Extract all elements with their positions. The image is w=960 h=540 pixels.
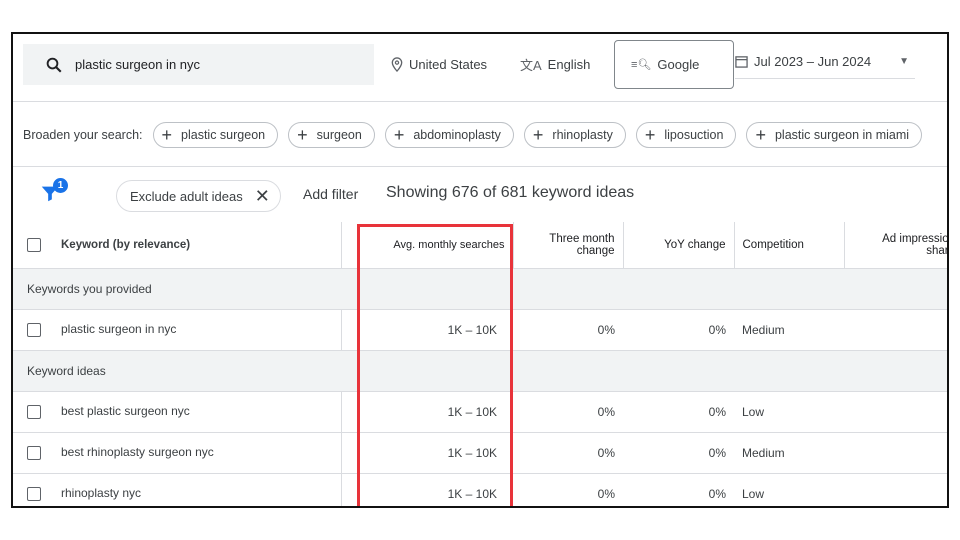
language-selector[interactable]: 文A English (520, 44, 590, 85)
chip-label: plastic surgeon (181, 128, 266, 142)
chip-label: surgeon (316, 128, 362, 142)
search-network-icon: ≡🔍︎ (631, 59, 652, 71)
search-icon (46, 57, 62, 72)
keyword-cell: best plastic surgeon nyc (13, 391, 342, 433)
ad-share-cell: – (844, 432, 947, 474)
location-pin-icon (391, 57, 403, 72)
plus-icon: + (161, 125, 173, 145)
yoy-cell: 0% (623, 473, 734, 506)
date-range-selector[interactable]: Jul 2023 – Jun 2024 ▼ (735, 44, 915, 79)
search-input[interactable]: plastic surgeon in nyc (23, 44, 374, 85)
exclude-adult-ideas-chip[interactable]: Exclude adult ideas ✕ (116, 180, 281, 212)
plus-icon: + (755, 125, 766, 145)
three-month-cell: 0% (513, 309, 623, 351)
plus-icon: + (644, 125, 656, 145)
yoy-cell: 0% (623, 391, 734, 433)
keyword-planner-panel: plastic surgeon in nyc United States 文A … (11, 32, 949, 508)
calendar-icon (735, 55, 748, 68)
keyword-text: plastic surgeon in nyc (61, 322, 177, 337)
plus-icon: + (393, 125, 405, 145)
ad-share-cell: – (844, 309, 947, 351)
network-label: Google (657, 57, 700, 72)
header-label: Keyword (by relevance) (61, 238, 191, 251)
competition-cell: Low (734, 391, 844, 433)
highlight-box (357, 224, 513, 506)
dropdown-arrow-icon: ▼ (899, 55, 909, 67)
results-count: Showing 676 of 681 keyword ideas (386, 184, 635, 201)
location-selector[interactable]: United States (391, 44, 487, 85)
language-label: English (547, 57, 591, 72)
competition-header[interactable]: Competition (734, 222, 845, 269)
keyword-text: best rhinoplasty surgeon nyc (61, 445, 214, 460)
three-month-cell: 0% (513, 432, 623, 474)
broaden-search-bar: Broaden your search: + plastic surgeon + s… (23, 120, 923, 150)
location-label: United States (409, 57, 488, 72)
ad-share-cell: – (844, 473, 947, 506)
divider (13, 166, 947, 167)
row-checkbox[interactable] (27, 445, 41, 460)
keyword-cell: best rhinoplasty surgeon nyc (13, 432, 342, 474)
keyword-text: rhinoplasty nyc (61, 486, 142, 501)
divider (13, 101, 947, 102)
plus-icon: + (297, 125, 308, 145)
chip-label: abdominoplasty (413, 128, 501, 142)
broaden-chip[interactable]: + liposuction (635, 122, 737, 148)
broaden-chip[interactable]: + plastic surgeon in miami (746, 122, 923, 148)
keyword-header[interactable]: Keyword (by relevance) (13, 222, 342, 269)
row-checkbox[interactable] (27, 322, 41, 337)
three-month-change-header[interactable]: Three month change (513, 222, 624, 269)
select-all-checkbox[interactable] (27, 237, 41, 252)
broaden-chip[interactable]: + surgeon (288, 122, 375, 148)
yoy-cell: 0% (623, 309, 734, 351)
filter-count-badge: 1 (53, 178, 68, 193)
chip-label: plastic surgeon in miami (774, 128, 910, 142)
yoy-change-header[interactable]: YoY change (623, 222, 735, 269)
network-selector[interactable]: ≡🔍︎ Google (614, 40, 734, 89)
row-checkbox[interactable] (27, 486, 41, 501)
competition-cell: Medium (734, 432, 844, 474)
keyword-text: best plastic surgeon nyc (61, 404, 190, 419)
broaden-chip[interactable]: + plastic surgeon (152, 122, 279, 148)
search-query: plastic surgeon in nyc (75, 57, 201, 72)
close-icon[interactable]: ✕ (255, 186, 270, 207)
competition-cell: Low (734, 473, 844, 506)
ad-impression-share-header[interactable]: Ad impression share (844, 222, 947, 269)
yoy-cell: 0% (623, 432, 734, 474)
filter-bar: 1 Exclude adult ideas ✕ Add filter Showi… (13, 174, 947, 216)
ad-share-cell: – (844, 391, 947, 433)
translate-icon: 文A (520, 58, 542, 73)
broaden-chip[interactable]: + rhinoplasty (523, 122, 626, 148)
three-month-cell: 0% (513, 391, 623, 433)
chip-label: liposuction (664, 128, 724, 142)
three-month-cell: 0% (513, 473, 623, 506)
chip-label: rhinoplasty (552, 128, 613, 142)
broaden-label: Broaden your search: (23, 128, 143, 142)
row-checkbox[interactable] (27, 404, 41, 419)
broaden-chip[interactable]: + abdominoplasty (384, 122, 514, 148)
plus-icon: + (532, 125, 544, 145)
filter-button[interactable]: 1 (39, 178, 68, 209)
date-range-label: Jul 2023 – Jun 2024 (754, 53, 872, 69)
keyword-cell: rhinoplasty nyc (13, 473, 342, 506)
competition-cell: Medium (734, 309, 844, 351)
keyword-cell: plastic surgeon in nyc (13, 309, 342, 351)
filter-chip-label: Exclude adult ideas (130, 188, 243, 204)
add-filter-button[interactable]: Add filter (303, 186, 358, 202)
